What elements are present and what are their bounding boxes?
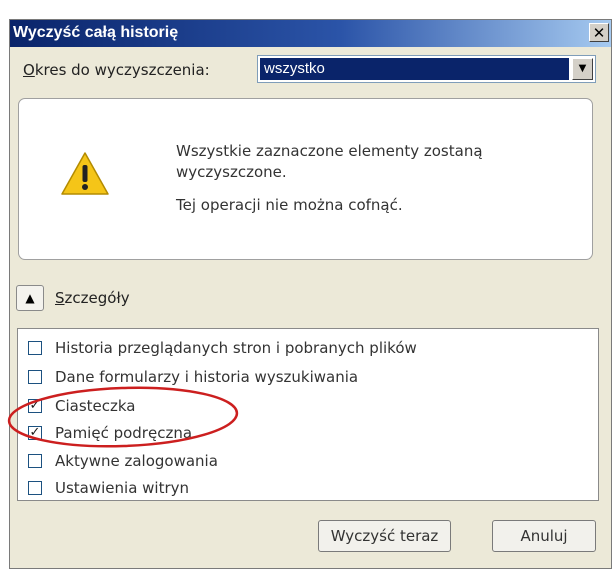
period-select[interactable]: wszystko ▼ — [257, 55, 596, 83]
clear-items-list: Historia przeglądanych stron i pobranych… — [17, 328, 599, 501]
chevron-up-icon: ▲ — [25, 291, 35, 305]
period-label-accel: O — [23, 61, 35, 79]
list-item[interactable]: Aktywne zalogowania — [18, 450, 598, 474]
period-label-text: kres do wyczyszczenia: — [34, 61, 210, 79]
checkbox-site-settings[interactable] — [28, 481, 42, 495]
details-toggle-button[interactable]: ▲ — [16, 285, 44, 311]
period-label: Okres do wyczyszczenia: — [23, 61, 210, 79]
warning-panel: Wszystkie zaznaczone elementy zostaną wy… — [18, 98, 593, 260]
checkbox-cache[interactable]: ✓ — [28, 426, 42, 440]
warning-icon — [61, 152, 109, 195]
list-item[interactable]: Dane formularzy i historia wyszukiwania — [18, 366, 598, 390]
title-bar: Wyczyść całą historię ✕ — [10, 20, 611, 47]
checkbox-active-logins[interactable] — [28, 454, 42, 468]
period-select-value: wszystko — [260, 58, 569, 80]
item-label: Ciasteczka — [55, 397, 136, 415]
item-label: Pamięć podręczna — [55, 424, 193, 442]
item-label: Aktywne zalogowania — [55, 452, 218, 470]
checkbox-cookies[interactable]: ✓ — [28, 399, 42, 413]
item-label: Ustawienia witryn — [55, 479, 190, 497]
clear-now-button[interactable]: Wyczyść teraz — [318, 520, 451, 552]
details-label-accel: S — [55, 289, 65, 307]
list-item[interactable]: ✓ Pamięć podręczna — [18, 422, 598, 446]
warning-irreversible: Tej operacji nie można cofnąć. — [176, 196, 403, 214]
checkbox-history[interactable] — [28, 341, 42, 355]
cancel-button[interactable]: Anuluj — [492, 520, 596, 552]
close-button[interactable]: ✕ — [589, 23, 609, 42]
item-label: Dane formularzy i historia wyszukiwania — [55, 368, 359, 386]
list-item[interactable]: Historia przeglądanych stron i pobranych… — [18, 337, 598, 361]
list-item[interactable]: ✓ Ciasteczka — [18, 395, 598, 419]
item-label: Historia przeglądanych stron i pobranych… — [55, 339, 417, 357]
details-label-text: zczegóły — [64, 289, 130, 307]
chevron-down-icon[interactable]: ▼ — [572, 58, 593, 80]
warning-message: Wszystkie zaznaczone elementy zostaną wy… — [176, 142, 483, 181]
details-label[interactable]: Szczegóły — [55, 289, 130, 307]
list-item[interactable]: Ustawienia witryn — [18, 477, 598, 501]
close-icon: ✕ — [592, 24, 606, 42]
checkbox-form-data[interactable] — [28, 370, 42, 384]
dialog-title: Wyczyść całą historię — [13, 24, 179, 41]
